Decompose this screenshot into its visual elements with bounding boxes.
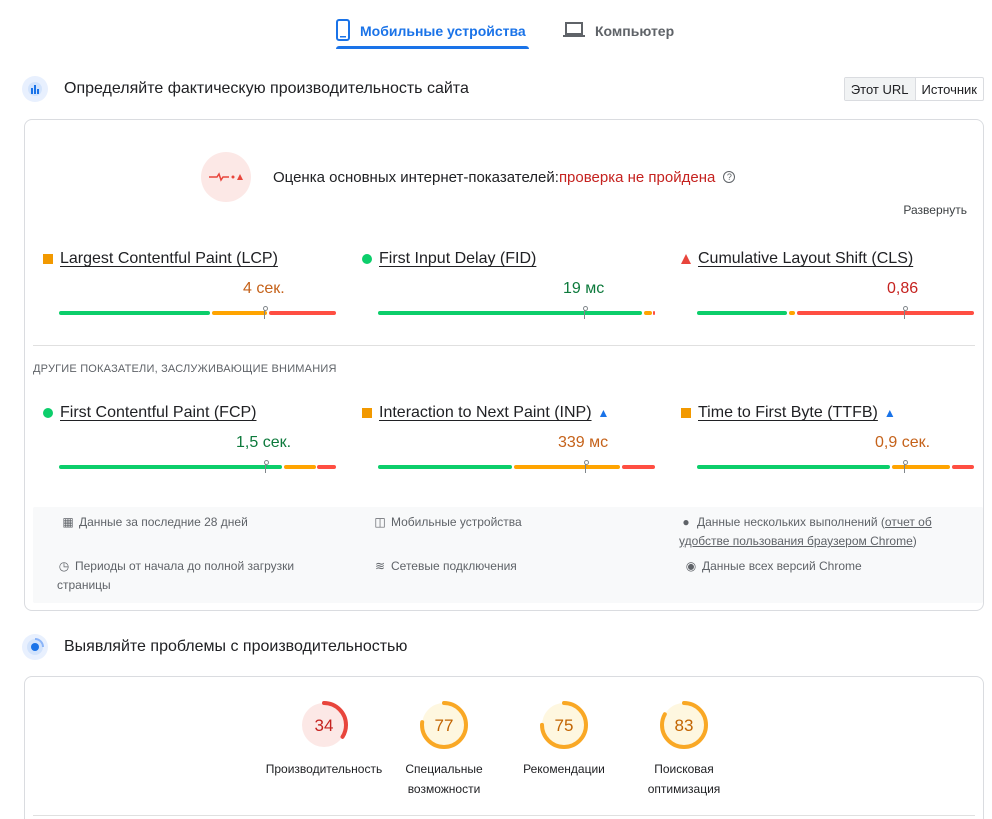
active-tab-indicator xyxy=(336,46,529,49)
p75-marker xyxy=(902,460,908,474)
help-icon[interactable]: ? xyxy=(723,171,736,183)
score-ring: 34 xyxy=(300,701,348,749)
metric-value: 1,5 сек. xyxy=(236,434,292,451)
green-circle-icon xyxy=(362,254,372,264)
metric-name[interactable]: Time to First Byte (TTFB) xyxy=(698,404,878,422)
lab-data-header: Выявляйте проблемы с производительностью xyxy=(22,634,407,660)
distribution-bar xyxy=(378,460,655,473)
wifi-icon: ≋ xyxy=(374,559,386,573)
tab-mobile[interactable]: Мобильные устройства xyxy=(336,14,526,48)
metric-fid: First Input Delay (FID) 19 мс xyxy=(362,250,655,320)
users-icon: ● xyxy=(682,515,690,529)
info-chrome: ◉ Данные всех версий Chrome xyxy=(684,557,862,576)
section-title: Выявляйте проблемы с производительностью xyxy=(64,638,408,655)
metric-value: 0,86 xyxy=(887,280,919,297)
laptop-icon xyxy=(563,21,585,41)
score-value: 83 xyxy=(675,716,694,735)
metric-name[interactable]: First Input Delay (FID) xyxy=(379,250,536,268)
score-gauge[interactable]: 83 Поисковая оптимизация xyxy=(624,699,744,799)
score-label: Специальные возможности xyxy=(405,762,483,796)
score-label: Производительность xyxy=(265,762,383,776)
score-gauge[interactable]: 77 Специальные возможности xyxy=(384,699,504,799)
distribution-bar xyxy=(59,306,336,319)
score-value: 77 xyxy=(435,716,454,735)
calendar-icon: ▦ xyxy=(62,515,74,529)
info-devices: ◫ Мобильные устройства xyxy=(373,513,521,532)
green-circle-icon xyxy=(43,408,53,418)
device-tabs: Мобильные устройства Компьютер xyxy=(0,0,992,56)
info-period: ▦ Данные за последние 28 дней xyxy=(61,513,247,532)
score-gauge[interactable]: 75 Рекомендации xyxy=(504,699,624,779)
metric-name[interactable]: Cumulative Layout Shift (CLS) xyxy=(698,250,913,268)
divider xyxy=(33,345,975,346)
distribution-bar xyxy=(378,306,655,319)
timer-icon: ◷ xyxy=(58,559,70,573)
score-value: 75 xyxy=(555,716,574,735)
score-ring: 83 xyxy=(660,701,708,749)
red-triangle-icon xyxy=(681,254,691,264)
score-label: Рекомендации xyxy=(523,762,605,776)
score-gauge[interactable]: 34 Производительность xyxy=(264,699,384,779)
this-url-button[interactable]: Этот URL xyxy=(844,78,916,100)
section-title: Определяйте фактическую производительнос… xyxy=(64,80,469,97)
experimental-flask-icon: ▲ xyxy=(883,406,896,420)
metric-value: 0,9 сек. xyxy=(875,434,931,451)
p75-marker xyxy=(263,460,269,474)
metric-inp: Interaction to Next Paint (INP) ▲ 339 мс xyxy=(362,404,655,474)
tab-mobile-label: Мобильные устройства xyxy=(360,23,526,39)
experimental-flask-icon: ▲ xyxy=(597,406,610,420)
score-label: Поисковая оптимизация xyxy=(647,762,721,796)
data-info-panel: ▦ Данные за последние 28 дней ◫ Мобильные … xyxy=(33,507,983,603)
p75-marker xyxy=(262,306,268,320)
distribution-bar xyxy=(59,460,336,473)
field-data-header: Определяйте фактическую производительнос… xyxy=(22,76,469,102)
url-origin-toggle: Этот URL Источник xyxy=(843,77,984,101)
info-network: ≋ Сетевые подключения xyxy=(373,557,517,576)
metric-value: 339 мс xyxy=(558,434,609,451)
orange-square-icon xyxy=(681,408,691,418)
expand-link[interactable]: Развернуть xyxy=(903,203,967,217)
score-ring: 75 xyxy=(540,701,588,749)
divider xyxy=(33,815,975,816)
score-ring: 77 xyxy=(420,701,468,749)
smartphone-icon xyxy=(336,18,350,44)
chrome-icon: ◉ xyxy=(685,559,697,573)
orange-square-icon xyxy=(43,254,53,264)
metric-name[interactable]: Interaction to Next Paint (INP) xyxy=(379,404,592,422)
metric-name[interactable]: First Contentful Paint (FCP) xyxy=(60,404,257,422)
metric-lcp: Largest Contentful Paint (LCP) 4 сек. xyxy=(43,250,336,320)
origin-button[interactable]: Источник xyxy=(916,78,984,100)
devices-icon: ◫ xyxy=(374,515,386,529)
tab-desktop[interactable]: Компьютер xyxy=(563,14,674,48)
metric-fcp: First Contentful Paint (FCP) 1,5 сек. xyxy=(43,404,336,474)
failed-assessment-icon xyxy=(201,152,251,202)
field-data-card: Оценка основных интернет-показателей: про… xyxy=(24,119,984,611)
field-data-icon xyxy=(22,76,48,102)
info-multi-runs: ● Данные нескольких выполнений (отчет об … xyxy=(679,515,932,548)
distribution-bar xyxy=(697,460,974,473)
orange-square-icon xyxy=(362,408,372,418)
metric-value: 4 сек. xyxy=(243,280,285,297)
cwv-assessment: Оценка основных интернет-показателей: про… xyxy=(201,152,736,202)
assessment-label: Оценка основных интернет-показателей: xyxy=(273,168,559,186)
assessment-result: проверка не пройдена xyxy=(558,168,716,186)
p75-marker xyxy=(583,460,589,474)
lighthouse-icon xyxy=(22,634,48,660)
metric-ttfb: Time to First Byte (TTFB) ▲ 0,9 сек. xyxy=(681,404,974,474)
metric-value: 19 мс xyxy=(563,280,605,297)
distribution-bar xyxy=(697,306,974,319)
metric-name[interactable]: Largest Contentful Paint (LCP) xyxy=(60,250,278,268)
tab-desktop-label: Компьютер xyxy=(595,23,675,39)
metric-cls: Cumulative Layout Shift (CLS) 0,86 xyxy=(681,250,974,320)
lab-data-card: 34 Производительность 77 Специальные возмож… xyxy=(24,676,984,819)
score-value: 34 xyxy=(315,716,334,735)
p75-marker xyxy=(902,306,908,320)
other-metrics-heading: ДРУГИЕ ПОКАЗАТЕЛИ, ЗАСЛУЖИВАЮЩИЕ ВНИМАНИ… xyxy=(33,363,337,375)
p75-marker xyxy=(582,306,588,320)
info-duration: ◷ Периоды от начала до полной загрузки ст… xyxy=(57,559,295,592)
